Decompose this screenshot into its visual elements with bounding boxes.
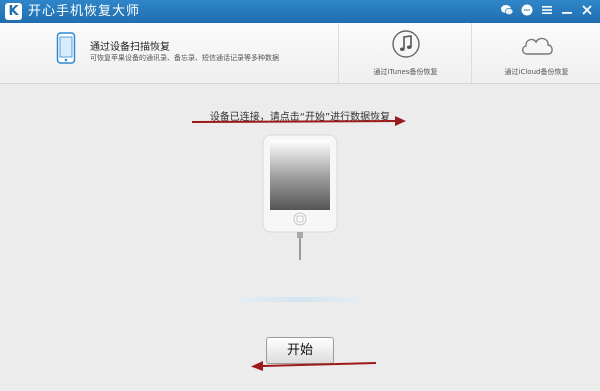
tab-title: 通过设备扫描恢复 bbox=[90, 42, 170, 53]
close-icon[interactable] bbox=[580, 3, 594, 17]
phone-icon bbox=[56, 32, 76, 68]
annotation-arrow-right bbox=[191, 116, 406, 126]
tab-icloud-backup[interactable]: 通过iCloud备份恢复 bbox=[471, 23, 600, 83]
message-icon[interactable] bbox=[520, 3, 534, 17]
tab-device-scan[interactable]: 通过设备扫描恢复 可恢复苹果设备的通讯录、备忘录、短信通话记录等多种数据 bbox=[0, 23, 338, 106]
menu-icon[interactable] bbox=[540, 3, 554, 17]
tab-itunes-backup[interactable]: 通过iTunes备份恢复 bbox=[338, 23, 472, 83]
tab-label: 通过iCloud备份恢复 bbox=[504, 68, 569, 76]
wechat-icon[interactable] bbox=[500, 3, 514, 17]
title-bar: K 开心手机恢复大师 bbox=[0, 0, 600, 23]
active-tab-pointer bbox=[60, 100, 72, 106]
titlebar-controls bbox=[500, 3, 594, 17]
app-logo-icon: K bbox=[5, 3, 22, 20]
annotation-arrow-left bbox=[251, 361, 377, 371]
connected-device-image bbox=[262, 134, 338, 268]
tab-subtitle: 可恢复苹果设备的通讯录、备忘录、短信通话记录等多种数据 bbox=[90, 54, 279, 62]
window-title: 开心手机恢复大师 bbox=[28, 4, 141, 19]
cloud-icon bbox=[519, 33, 555, 61]
music-note-icon bbox=[391, 29, 420, 63]
progress-bar bbox=[238, 297, 359, 302]
tab-label: 通过iTunes备份恢复 bbox=[373, 68, 438, 76]
mode-tabs: 通过设备扫描恢复 可恢复苹果设备的通讯录、备忘录、短信通话记录等多种数据 通过i… bbox=[0, 23, 600, 106]
minimize-icon[interactable] bbox=[560, 3, 574, 17]
